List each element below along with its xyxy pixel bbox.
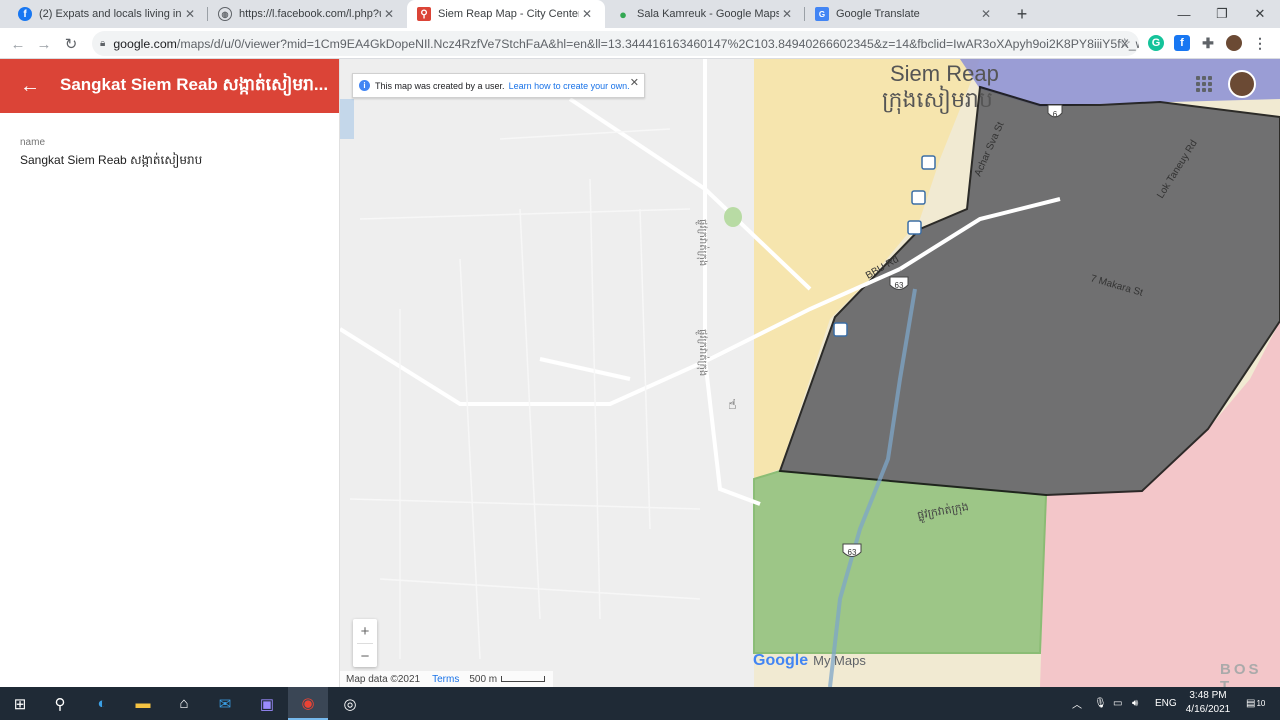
zoom-in-button[interactable]: + xyxy=(353,619,377,643)
globe-icon: ◍ xyxy=(218,7,232,21)
map-canvas[interactable]: 6 63 63 Siem Reap ក្រុងសៀមរាប Achar Sva … xyxy=(340,59,1280,687)
account-avatar[interactable] xyxy=(1228,70,1256,98)
chrome-icon[interactable]: ◉ xyxy=(288,687,328,720)
zoom-control: + − xyxy=(353,619,377,667)
road-label-khmer-vertical-2: ផ្លូវក្រវាត់ក្រុង xyxy=(695,329,710,376)
tab-facebook-expats[interactable]: f (2) Expats and locals living in Sie ✕ xyxy=(8,0,208,28)
scale-label[interactable]: 500 m xyxy=(469,674,497,685)
app-icon[interactable]: ▣ xyxy=(247,687,287,720)
clock[interactable]: 3:48 PM 4/16/2021 xyxy=(1178,689,1238,717)
tab-siem-reap-map[interactable]: ⚲ Siem Reap Map - City Center anc ✕ xyxy=(407,0,605,28)
windows-taskbar: ⊞ ⚲ ◐ ▬ ⌂ ✉ ▣ ◉ ◎ ︿ 🎙︎ ▭ 🔊︎ ENG 3:48 PM … xyxy=(0,687,1280,720)
tab-title: Siem Reap Map - City Center anc xyxy=(438,8,579,20)
zoom-out-button[interactable]: − xyxy=(353,644,377,668)
tab-title: Sala Kamreuk - Google Maps xyxy=(637,8,779,20)
reload-button[interactable]: ↻ xyxy=(60,33,82,55)
close-icon[interactable]: ✕ xyxy=(630,76,639,89)
learn-more-link[interactable]: Learn how to create your own. xyxy=(509,81,630,91)
svg-text:63: 63 xyxy=(848,548,857,557)
map-layer[interactable]: 6 63 63 Siem Reap ក្រុងសៀមរាប Achar Sva … xyxy=(340,59,1280,687)
svg-text:6: 6 xyxy=(1053,110,1058,119)
clock-date: 4/16/2021 xyxy=(1185,704,1231,715)
volume-icon[interactable]: 🔊︎ xyxy=(1132,687,1138,720)
edge-browser-icon[interactable]: ◐ xyxy=(82,687,122,720)
tray-chevron-icon[interactable]: ︿ xyxy=(1072,687,1082,720)
close-icon[interactable]: ✕ xyxy=(579,6,595,22)
tab-sala-kamreuk[interactable]: ● Sala Kamreuk - Google Maps ✕ xyxy=(606,0,805,28)
tab-google-translate[interactable]: G Google Translate ✕ xyxy=(805,0,1004,28)
park-area xyxy=(724,207,742,227)
google-translate-icon: G xyxy=(815,7,829,21)
place-label-siem-reap-khmer: ក្រុងសៀមរាប xyxy=(882,85,993,114)
mail-icon[interactable]: ✉ xyxy=(205,687,245,720)
store-icon[interactable]: ⌂ xyxy=(164,687,204,720)
language-indicator[interactable]: ENG xyxy=(1155,687,1177,720)
file-explorer-icon[interactable]: ▬ xyxy=(123,687,163,720)
profile-avatar[interactable] xyxy=(1226,35,1242,51)
terms-link[interactable]: Terms xyxy=(432,674,459,685)
panel-header: ← Sangkat Siem Reab សង្កាត់សៀមរា... xyxy=(0,59,339,113)
url-text: google.com/maps/d/u/0/viewer?mid=1Cm9EA4… xyxy=(113,36,1139,51)
google-maps-pin-icon: ⚲ xyxy=(417,7,431,21)
facebook-extension-icon[interactable]: f xyxy=(1174,35,1190,51)
address-bar[interactable]: 🔒︎ google.com/maps/d/u/0/viewer?mid=1Cm9… xyxy=(92,31,1139,56)
feature-details-panel: ← Sangkat Siem Reab សង្កាត់សៀមរា... name… xyxy=(0,59,340,687)
green-region xyxy=(753,469,1048,654)
bookmark-star-icon[interactable]: ☆ xyxy=(1118,35,1131,52)
close-icon[interactable]: ✕ xyxy=(381,6,397,22)
search-icon[interactable]: ⚲ xyxy=(40,687,80,720)
partial-map-label: BOS T xyxy=(1220,661,1262,687)
tab-title: https://l.facebook.com/l.php?u= xyxy=(239,8,381,20)
microphone-icon[interactable]: 🎙︎ xyxy=(1094,687,1107,720)
new-tab-button[interactable]: + xyxy=(1012,3,1032,25)
back-button[interactable]: ← xyxy=(7,33,29,55)
tab-facebook-link[interactable]: ◍ https://l.facebook.com/l.php?u= ✕ xyxy=(208,0,407,28)
notification-count: 10 xyxy=(1256,699,1266,708)
clock-time: 3:48 PM xyxy=(1189,690,1227,701)
field-value: Sangkat Siem Reab សង្កាត់សៀមរាប xyxy=(20,153,203,167)
google-maps-icon: ● xyxy=(619,6,627,22)
map-attribution: Map data ©2021 Terms 500 m xyxy=(340,671,554,687)
back-arrow-icon[interactable]: ← xyxy=(20,75,42,98)
water-area xyxy=(340,99,354,139)
notifications-icon[interactable]: ▤ 10 xyxy=(1246,687,1265,720)
close-icon[interactable]: ✕ xyxy=(182,6,198,22)
google-my-maps-logo: Google My Maps xyxy=(753,652,866,669)
grammarly-icon[interactable]: G xyxy=(1148,35,1164,51)
maximize-button[interactable]: ❐ xyxy=(1203,0,1241,28)
browser-toolbar: ← → ↻ 🔒︎ google.com/maps/d/u/0/viewer?mi… xyxy=(0,28,1280,59)
tab-strip: f (2) Expats and locals living in Sie ✕ … xyxy=(0,0,1280,28)
scale-bar xyxy=(501,676,546,682)
minimize-button[interactable]: — xyxy=(1165,0,1203,28)
lock-icon: 🔒︎ xyxy=(100,38,106,49)
extensions-puzzle-icon[interactable]: ✚ xyxy=(1200,35,1216,51)
battery-icon[interactable]: ▭ xyxy=(1113,687,1122,720)
place-label-siem-reap: Siem Reap xyxy=(890,61,999,86)
tab-title: Google Translate xyxy=(836,8,920,20)
browser-menu-icon[interactable]: ⋮ xyxy=(1252,35,1268,51)
road-label-khmer-vertical-1: ផ្លូវក្រវាត់ក្រុង xyxy=(695,219,710,266)
attribution-text: Map data ©2021 xyxy=(346,673,421,685)
forward-button[interactable]: → xyxy=(33,33,55,55)
info-icon: i xyxy=(359,80,370,91)
tab-title: (2) Expats and locals living in Sie xyxy=(39,8,182,20)
close-icon[interactable]: ✕ xyxy=(779,6,795,22)
notice-text: This map was created by a user. xyxy=(375,80,505,91)
facebook-icon: f xyxy=(18,7,32,21)
panel-title: Sangkat Siem Reab សង្កាត់សៀមរា... xyxy=(60,74,329,94)
obs-icon[interactable]: ◎ xyxy=(330,687,370,720)
field-label: name xyxy=(20,137,46,148)
windows-start-icon[interactable]: ⊞ xyxy=(0,687,40,720)
close-window-button[interactable]: ✕ xyxy=(1241,0,1279,28)
google-apps-icon[interactable] xyxy=(1196,76,1212,92)
close-icon[interactable]: ✕ xyxy=(978,6,994,22)
user-map-notice: i This map was created by a user. Learn … xyxy=(352,73,645,98)
svg-text:63: 63 xyxy=(895,281,904,290)
hand-cursor-icon: ☝ xyxy=(728,397,737,413)
